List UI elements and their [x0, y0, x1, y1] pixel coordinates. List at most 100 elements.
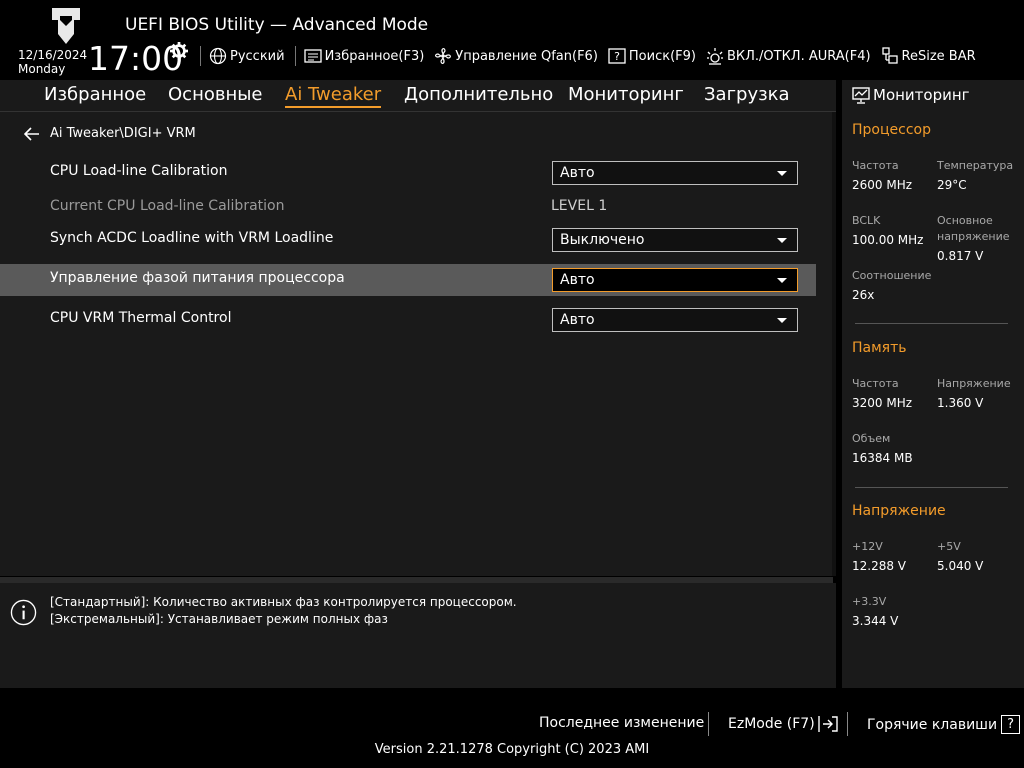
- last-modified-button[interactable]: Последнее изменение: [539, 715, 704, 731]
- monitor-divider: [855, 487, 1008, 488]
- breadcrumb: Ai Tweaker\DIGI+ VRM: [24, 126, 196, 141]
- cpu-llc-select[interactable]: Авто: [552, 161, 798, 185]
- tab-boot[interactable]: Загрузка: [704, 84, 790, 105]
- aura-label: ВКЛ./ОТКЛ. AURA(F4): [726, 48, 871, 64]
- setting-label-cpu-llc: CPU Load-line Calibration: [50, 163, 228, 179]
- synch-acdc-value: Выключено: [560, 232, 645, 248]
- globe-icon: [209, 47, 227, 65]
- monitor-divider: [855, 323, 1008, 324]
- tab-monitor[interactable]: Мониторинг: [568, 84, 684, 105]
- tuf-logo-icon: [44, 8, 88, 44]
- v5-label: +5V: [937, 540, 961, 553]
- main-nav-tabs: Избранное Основные Ai Tweaker Дополнител…: [0, 80, 836, 112]
- mem-freq-value: 3200 MHz: [852, 396, 913, 410]
- chevron-down-icon: [777, 278, 787, 283]
- mem-volt-value: 1.360 V: [937, 396, 984, 410]
- language-button[interactable]: Русский: [209, 47, 285, 65]
- mem-freq-label: Частота: [852, 377, 899, 390]
- vrm-thermal-value: Авто: [560, 312, 595, 328]
- exit-arrow-icon: [817, 716, 838, 732]
- date-text: 12/16/2024: [18, 48, 88, 62]
- cpu-section-title: Процессор: [852, 122, 931, 138]
- search-button[interactable]: ? Поиск(F9): [608, 48, 696, 64]
- ezmode-label: EzMode (F7): [728, 716, 815, 732]
- resize-bar-icon: [881, 47, 898, 64]
- memory-section-title: Память: [852, 340, 907, 356]
- mem-volt-label: Напряжение: [937, 377, 1011, 390]
- qfan-label: Управление Qfan(F6): [455, 48, 598, 64]
- search-label: Поиск(F9): [628, 48, 696, 64]
- footer-divider: [708, 712, 709, 736]
- favorites-label: Избранное(F3): [324, 48, 425, 64]
- resize-bar-label: ReSize BAR: [901, 48, 976, 64]
- mem-size-value: 16384 MB: [852, 451, 913, 465]
- core-voltage-label: напряжение: [937, 230, 1010, 243]
- cpu-temp-label: Температура: [937, 159, 1014, 172]
- clock-display: 17:00: [88, 39, 184, 78]
- hotkeys-label: Горячие клавиши: [867, 716, 998, 733]
- breadcrumb-path: Ai Tweaker\DIGI+ VRM: [50, 126, 196, 141]
- setting-label-synch-acdc: Synch ACDC Loadline with VRM Loadline: [50, 230, 334, 246]
- v12-value: 12.288 V: [852, 559, 907, 573]
- info-icon: [10, 599, 37, 626]
- vrm-thermal-select[interactable]: Авто: [552, 308, 798, 332]
- tab-advanced[interactable]: Дополнительно: [404, 84, 553, 105]
- hotkeys-button[interactable]: Горячие клавиши ?: [867, 715, 1021, 734]
- favorites-button[interactable]: Избранное(F3): [303, 48, 425, 64]
- help-text-line: [Стандартный]: Количество активных фаз к…: [50, 595, 517, 609]
- aura-light-icon: [706, 48, 723, 65]
- toolbar-divider: [200, 46, 201, 66]
- v33-value: 3.344 V: [852, 614, 899, 628]
- cpu-temp-value: 29°C: [937, 178, 967, 192]
- bclk-label: BCLK: [852, 214, 881, 227]
- monitor-title: Мониторинг: [852, 86, 970, 104]
- chevron-down-icon: [777, 318, 787, 323]
- v5-value: 5.040 V: [937, 559, 984, 573]
- ratio-value: 26x: [852, 288, 875, 302]
- ratio-label: Соотношение: [852, 269, 932, 282]
- tab-favorites[interactable]: Избранное: [44, 84, 146, 105]
- last-modified-label: Последнее изменение: [539, 715, 705, 731]
- setting-label-power-phase: Управление фазой питания процессора: [50, 270, 345, 286]
- gear-icon[interactable]: [170, 42, 188, 60]
- v33-label: +3.3V: [852, 595, 887, 608]
- aura-button[interactable]: ВКЛ./ОТКЛ. AURA(F4): [706, 47, 871, 65]
- core-voltage-label: Основное: [937, 214, 993, 227]
- ezmode-button[interactable]: EzMode (F7): [728, 715, 839, 733]
- favorites-list-icon: [303, 49, 322, 63]
- mem-size-label: Объем: [852, 432, 891, 445]
- resize-bar-button[interactable]: ReSize BAR: [881, 47, 976, 65]
- synch-acdc-select[interactable]: Выключено: [552, 228, 798, 252]
- footer-divider: [847, 712, 848, 736]
- header-toolbar: Русский Избранное(F3) Управление Qfan(F6…: [200, 46, 986, 66]
- back-arrow-icon[interactable]: [24, 126, 40, 141]
- power-phase-select[interactable]: Авто: [552, 268, 798, 292]
- core-voltage-value: 0.817 V: [937, 249, 984, 263]
- monitor-icon: [852, 86, 870, 104]
- chevron-down-icon: [777, 171, 787, 176]
- language-label: Русский: [230, 48, 285, 64]
- help-text-line: [Экстремальный]: Устанавливает режим пол…: [50, 612, 388, 626]
- cpu-freq-value: 2600 MHz: [852, 178, 913, 192]
- settings-scrollbar[interactable]: [832, 112, 836, 576]
- toolbar-divider: [294, 46, 296, 66]
- setting-label-current-llc: Current CPU Load-line Calibration: [50, 198, 285, 214]
- fan-icon: [435, 48, 452, 64]
- setting-label-vrm-thermal: CPU VRM Thermal Control: [50, 310, 232, 326]
- qfan-button[interactable]: Управление Qfan(F6): [434, 47, 598, 65]
- tab-main[interactable]: Основные: [168, 84, 263, 105]
- svg-text:?: ?: [614, 50, 620, 63]
- bclk-value: 100.00 MHz: [852, 233, 924, 247]
- tab-ai-tweaker[interactable]: Ai Tweaker: [285, 84, 382, 108]
- chevron-down-icon: [777, 238, 787, 243]
- version-text: Version 2.21.1278 Copyright (C) 2023 AMI: [374, 742, 650, 757]
- help-search-icon: ?: [608, 48, 626, 64]
- cpu-freq-label: Частота: [852, 159, 899, 172]
- monitor-title-text: Мониторинг: [873, 86, 970, 104]
- voltage-section-title: Напряжение: [852, 503, 946, 519]
- app-title: UEFI BIOS Utility — Advanced Mode: [125, 15, 429, 35]
- current-llc-value: LEVEL 1: [551, 198, 608, 214]
- cpu-llc-value: Авто: [560, 165, 595, 181]
- power-phase-value: Авто: [560, 272, 595, 288]
- weekday-text: Monday: [18, 62, 66, 76]
